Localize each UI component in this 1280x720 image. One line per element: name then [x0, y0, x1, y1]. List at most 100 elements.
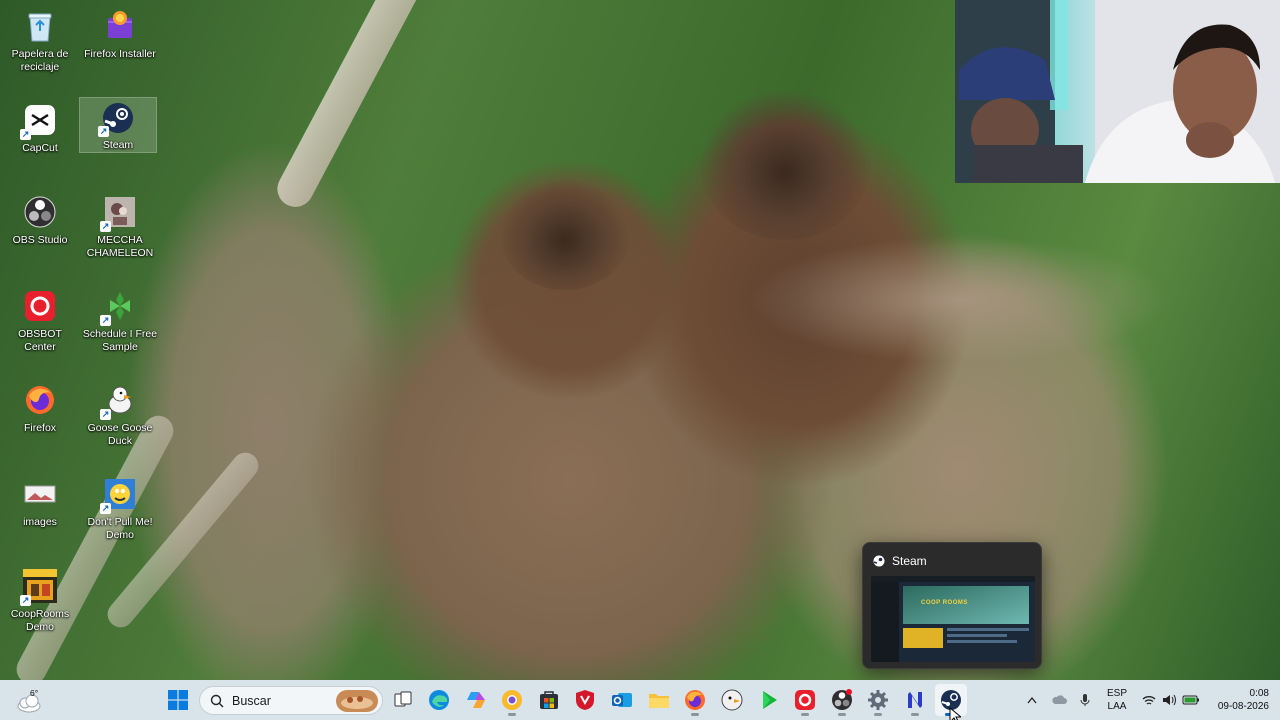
running-indicator: [911, 713, 919, 716]
obsbot-icon: [22, 288, 58, 324]
wifi-icon: [1142, 695, 1156, 705]
tray-clock[interactable]: 0:08 09-08-2026: [1206, 680, 1272, 720]
shortcut-arrow-icon: ↗: [100, 315, 111, 326]
tray-quick-settings[interactable]: [1138, 680, 1204, 720]
shortcut-arrow-icon: ↗: [100, 409, 111, 420]
desktop-icon-goose-goose-duck[interactable]: ↗ Goose Goose Duck: [82, 380, 158, 448]
steam-window-preview: COOP ROOMS: [871, 576, 1035, 662]
clock-date: 09-08-2026: [1217, 701, 1269, 712]
running-indicator: [838, 713, 846, 716]
goose-icon: ↗: [100, 382, 138, 420]
microsoft-store-icon: [540, 691, 558, 709]
taskbar-microsoft-store[interactable]: [533, 684, 565, 716]
shield-app-icon: [576, 690, 594, 710]
microphone-icon: [1080, 694, 1090, 706]
desktop-icon-firefox-installer[interactable]: Firefox Installer: [82, 6, 158, 61]
cooprooms-icon: ↗: [20, 568, 58, 606]
desktop-icon-images[interactable]: images: [2, 474, 78, 529]
tray-onedrive[interactable]: [1048, 680, 1070, 720]
weather-temp: 6°: [30, 688, 39, 698]
desktop-icon-obsbot-center[interactable]: OBSBOT Center: [2, 286, 78, 354]
taskbar: 6° Buscar ESP LAA 0:08 09-08-2026: [0, 680, 1280, 720]
start-button[interactable]: [162, 684, 194, 716]
preview-banner: COOP ROOMS: [921, 600, 968, 606]
search-highlight-image: [336, 690, 378, 712]
shortcut-arrow-icon: ↗: [100, 503, 111, 514]
goose-app-icon: [721, 689, 743, 711]
wallpaper-branch: [11, 410, 179, 690]
desktop-icon-label: OBSBOT Center: [18, 328, 62, 353]
schedule-one-icon: ↗: [100, 288, 138, 326]
desktop-icon-label: Don't Pull Me! Demo: [87, 516, 153, 541]
obsbot-app-icon: [795, 690, 815, 710]
taskbar-notion[interactable]: [899, 684, 931, 716]
taskbar-copilot[interactable]: [460, 684, 492, 716]
taskbar-edge[interactable]: [423, 684, 455, 716]
weather-widget[interactable]: 6°: [14, 685, 46, 715]
taskbar-thumbnail-preview[interactable]: Steam COOP ROOMS: [862, 542, 1042, 669]
taskbar-goose-app[interactable]: [716, 684, 748, 716]
desktop-icon-label: OBS Studio: [12, 234, 68, 246]
shortcut-arrow-icon: ↗: [20, 129, 31, 140]
search-placeholder: Buscar: [232, 693, 271, 708]
desktop-icon-label: Steam: [102, 139, 134, 151]
chevron-up-icon: [1027, 696, 1037, 704]
recycle-bin-icon: [22, 8, 58, 44]
desktop-icon-obs[interactable]: OBS Studio: [2, 192, 78, 247]
desktop-icon-label: Firefox: [23, 422, 57, 434]
obs-app-icon: [832, 689, 852, 710]
tray-overflow-button[interactable]: [1022, 680, 1042, 720]
desktop-icon-firefox[interactable]: Firefox: [2, 380, 78, 435]
webcam-people-image: [955, 0, 1280, 183]
image-file-icon: [22, 476, 58, 512]
taskbar-file-explorer[interactable]: [643, 684, 675, 716]
wallpaper-branch: [271, 0, 425, 214]
sloth-adult-face: [700, 90, 870, 240]
desktop-icon-capcut[interactable]: ↗ CapCut: [2, 100, 78, 155]
shortcut-arrow-icon: ↗: [100, 221, 111, 232]
desktop-icon-cooprooms[interactable]: ↗ CoopRooms Demo: [2, 566, 78, 634]
running-indicator: [508, 713, 516, 716]
volume-icon: [1163, 694, 1176, 706]
taskbar-play-app[interactable]: [753, 684, 785, 716]
shortcut-arrow-icon: ↗: [98, 126, 109, 137]
running-indicator: [801, 713, 809, 716]
cloud-icon: [1052, 695, 1067, 704]
task-view-button[interactable]: [387, 684, 419, 716]
desktop-icon-label: Schedule I Free Sample: [82, 328, 158, 353]
taskbar-chrome-canary[interactable]: [496, 684, 528, 716]
desktop-icon-schedule-one[interactable]: ↗ Schedule I Free Sample: [82, 286, 158, 354]
notion-icon: [908, 692, 922, 708]
tray-microphone[interactable]: [1075, 680, 1095, 720]
sloth-baby-face: [500, 180, 630, 290]
firefox-icon: [22, 382, 58, 418]
desktop-icon-dont-pull-me[interactable]: ↗ Don't Pull Me! Demo: [82, 474, 158, 542]
taskbar-shield-app[interactable]: [569, 684, 601, 716]
taskbar-settings[interactable]: [862, 684, 894, 716]
taskbar-firefox[interactable]: [679, 684, 711, 716]
edge-icon: [429, 690, 449, 710]
desktop-icon-label: MECCHA CHAMELEON: [86, 234, 154, 259]
keyboard-layout: LAA: [1107, 701, 1127, 712]
taskbar-outlook[interactable]: [606, 684, 638, 716]
desktop-icon-steam[interactable]: ↗ Steam: [79, 97, 157, 153]
clock-time: 0:08: [1249, 688, 1269, 699]
taskbar-obsbot-app[interactable]: [789, 684, 821, 716]
firefox-icon: [685, 690, 705, 710]
thumbnail-header: Steam: [873, 553, 927, 569]
battery-icon: [1182, 695, 1199, 705]
search-icon: [210, 694, 224, 707]
language-code: ESP: [1106, 688, 1127, 699]
desktop-icon-label: images: [23, 516, 57, 528]
settings-icon: [868, 690, 888, 710]
desktop-icon-meccha-chameleon[interactable]: ↗ MECCHA CHAMELEON: [82, 192, 158, 260]
dont-pull-me-icon: ↗: [100, 476, 138, 514]
tray-language[interactable]: ESP LAA: [1102, 680, 1132, 720]
taskbar-search-box[interactable]: Buscar: [199, 686, 383, 715]
desktop-icon-recycle-bin[interactable]: Papelera de reciclaje: [2, 6, 78, 74]
file-explorer-icon: [649, 694, 669, 708]
webcam-overlay: [955, 0, 1280, 183]
obs-icon: [22, 194, 58, 230]
taskbar-obs-app[interactable]: [826, 684, 858, 716]
running-indicator: [691, 713, 699, 716]
